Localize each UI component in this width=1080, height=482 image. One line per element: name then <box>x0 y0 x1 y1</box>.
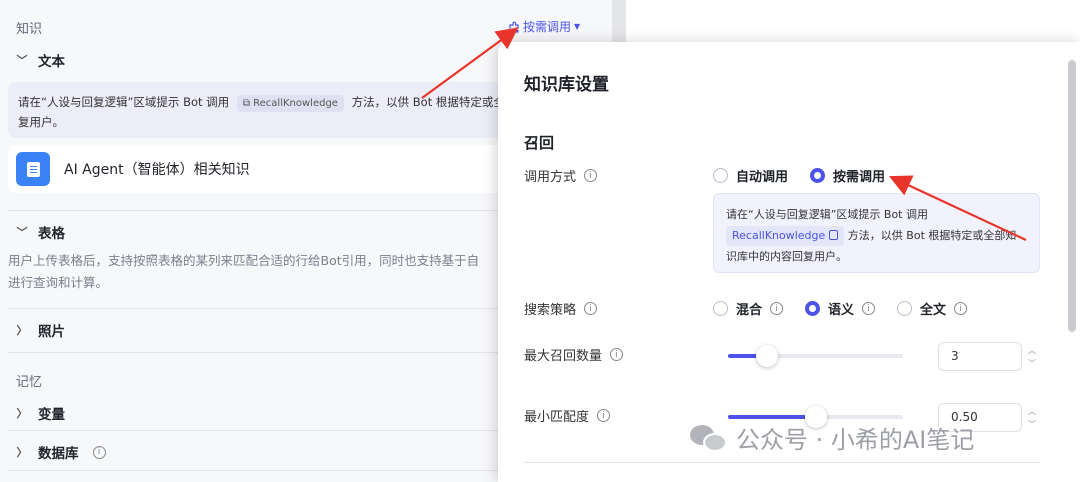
memory-section-title: 记忆 <box>16 375 43 390</box>
radio-label: 按需调用 <box>833 170 886 185</box>
chevron-right-icon: 〉 <box>16 407 28 420</box>
radio-button[interactable] <box>713 168 728 183</box>
call-mode-hint: 请在“人设与回复逻辑”区域提示 Bot 调用 RecallKnowledge 方… <box>713 193 1040 273</box>
radio-on-demand-call[interactable]: 按需调用 <box>810 166 885 185</box>
min-match-label: 最小匹配度 i <box>524 406 611 425</box>
photo-group-header[interactable]: 〉 照片 <box>16 320 66 340</box>
stepper-down-icon[interactable]: ﹀ <box>1026 418 1038 431</box>
radio-button-selected[interactable] <box>805 301 821 316</box>
call-mode-label-text: 调用方式 <box>524 170 577 185</box>
stepper-up-icon[interactable]: ︿ <box>1026 405 1038 418</box>
call-mode-label: 调用方式 i <box>524 166 598 185</box>
radio-semantic[interactable]: 语义 i <box>805 299 876 318</box>
recall-section-title: 召回 <box>524 134 555 152</box>
watermark-text: 公众号 · 小希的AI笔记 <box>736 426 975 454</box>
info-icon[interactable]: i <box>770 302 784 315</box>
table-group-header[interactable]: ﹀ 表格 <box>16 222 66 242</box>
radio-button[interactable] <box>713 301 728 316</box>
variable-group-label: 变量 <box>38 407 65 423</box>
radio-label: 混合 <box>736 303 763 318</box>
call-mode-dropdown-label: 按需调用 <box>523 20 572 34</box>
info-icon[interactable]: i <box>584 169 598 182</box>
info-icon[interactable]: i <box>597 409 611 422</box>
search-label-text: 搜索策略 <box>524 303 577 318</box>
document-icon <box>16 152 50 186</box>
max-recall-label-text: 最大召回数量 <box>524 349 603 364</box>
search-strategy-label: 搜索策略 i <box>524 299 598 318</box>
watermark: 公众号 · 小希的AI笔记 <box>690 420 974 455</box>
database-group-label: 数据库 <box>38 446 79 462</box>
radio-fulltext[interactable]: 全文 i <box>897 299 968 318</box>
knowledge-item-label: AI Agent（智能体）相关知识 <box>64 162 250 178</box>
chevron-right-icon: 〉 <box>16 324 28 337</box>
database-group-header[interactable]: 〉 数据库 i <box>16 442 106 462</box>
max-recall-input[interactable]: 3 <box>938 342 1022 371</box>
max-recall-stepper[interactable]: ︿ ﹀ <box>1026 344 1038 370</box>
recall-knowledge-chip[interactable]: ⧉ RecallKnowledge <box>236 95 344 112</box>
info-icon[interactable]: i <box>610 348 624 361</box>
text-group-header[interactable]: ﹀ 文本 <box>16 50 66 70</box>
hint-text-line3: 识库中的内容回复用户。 <box>726 250 847 263</box>
max-recall-slider[interactable] <box>728 345 903 367</box>
radio-label: 语义 <box>828 303 855 318</box>
info-icon[interactable]: i <box>584 302 598 315</box>
photo-group-label: 照片 <box>38 324 65 340</box>
radio-label: 自动调用 <box>736 170 789 185</box>
chevron-down-icon: ﹀ <box>16 54 28 67</box>
hint-text-line2: 复用户。 <box>18 115 64 129</box>
radio-button[interactable] <box>897 301 913 316</box>
stepper-up-icon[interactable]: ︿ <box>1026 344 1038 357</box>
wechat-icon <box>690 423 728 453</box>
divider <box>524 462 1040 463</box>
info-icon[interactable]: i <box>862 302 876 315</box>
recall-knowledge-chip[interactable]: RecallKnowledge <box>726 226 845 246</box>
knowledge-settings-dialog: 知识库设置 召回 调用方式 i 自动调用 按需调用 请在“人设与回复逻辑”区域提… <box>498 42 1080 482</box>
info-icon[interactable]: i <box>954 302 968 315</box>
chip-label: RecallKnowledge <box>253 98 338 109</box>
caret-down-icon: ▼ <box>574 22 581 31</box>
dialog-scrollbar[interactable] <box>1068 60 1076 332</box>
min-match-slider[interactable] <box>728 406 903 428</box>
max-recall-label: 最大召回数量 i <box>524 345 624 364</box>
chip-label: RecallKnowledge <box>732 229 826 242</box>
chevron-right-icon: 〉 <box>16 446 28 459</box>
radio-label: 全文 <box>920 303 947 318</box>
stepper-down-icon[interactable]: ﹀ <box>1026 357 1038 370</box>
hint-text: 请在“人设与回复逻辑”区域提示 Bot 调用 <box>18 95 230 109</box>
hint-text-suffix: 方法，以供 Bot 根据特定或全部知 <box>847 229 1017 242</box>
hint-text: 请在“人设与回复逻辑”区域提示 Bot 调用 <box>726 208 928 221</box>
info-icon[interactable]: i <box>92 445 106 459</box>
min-match-label-text: 最小匹配度 <box>524 410 590 425</box>
min-match-stepper[interactable]: ︿ ﹀ <box>1026 405 1038 431</box>
puzzle-icon <box>509 21 519 33</box>
hint-text-suffix: 方法，以供 Bot 根据特定或全部 <box>351 95 517 109</box>
dialog-title: 知识库设置 <box>524 75 609 95</box>
slider-fill <box>728 415 816 419</box>
text-group-label: 文本 <box>38 54 65 70</box>
copy-icon[interactable] <box>829 230 839 240</box>
table-desc-line1: 用户上传表格后，支持按照表格的某列来匹配合适的行给Bot引用，同时也支持基于自 <box>8 253 480 268</box>
search-strategy-radio-group: 混合 i 语义 i 全文 i <box>713 299 968 318</box>
knowledge-section-title: 知识 <box>16 22 43 37</box>
call-mode-radio-group: 自动调用 按需调用 <box>713 166 885 185</box>
radio-hybrid[interactable]: 混合 i <box>713 299 784 318</box>
radio-button-selected[interactable] <box>810 168 826 183</box>
chevron-down-icon: ﹀ <box>16 226 28 239</box>
variable-group-header[interactable]: 〉 变量 <box>16 403 66 423</box>
radio-auto-call[interactable]: 自动调用 <box>713 166 788 185</box>
slider-thumb[interactable] <box>755 345 778 367</box>
table-group-label: 表格 <box>38 226 65 242</box>
call-mode-dropdown[interactable]: 按需调用 ▼ <box>508 18 580 35</box>
table-desc-line2: 进行查询和计算。 <box>8 275 109 290</box>
